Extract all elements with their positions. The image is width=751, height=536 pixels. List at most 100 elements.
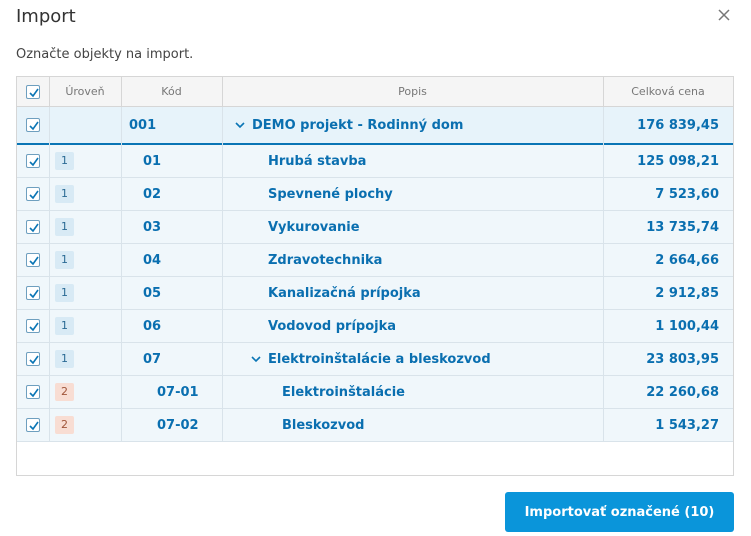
level-cell: 1 [55,145,115,177]
header-level[interactable]: Úroveň [49,77,121,107]
level-badge: 2 [55,416,74,434]
row-checkbox[interactable] [26,286,40,300]
row-checkbox[interactable] [26,418,40,432]
chevron-down-icon[interactable] [250,353,262,365]
code-cell: 04 [143,252,162,268]
check-icon [29,121,39,131]
price-cell: 1 543,27 [655,417,719,433]
row-select-cell [17,409,49,441]
import-table: Úroveň Kód Popis Celková cena 001 DEMO p… [16,76,734,476]
code-cell: 07 [143,351,162,367]
table-row[interactable]: 1 05 Kanalizačná prípojka 2 912,85 [17,277,733,310]
chevron-down-icon[interactable] [234,119,246,131]
row-checkbox[interactable] [26,118,40,132]
level-cell: 1 [55,211,115,243]
level-badge: 1 [55,251,74,269]
price-cell: 2 912,85 [655,285,719,301]
table-row[interactable]: 2 07-02 Bleskozvod 1 543,27 [17,409,733,442]
price-cell: 22 260,68 [646,384,719,400]
level-cell: 1 [55,310,115,342]
level-badge: 1 [55,218,74,236]
dialog-subtitle: Označte objekty na import. [16,47,194,62]
row-checkbox[interactable] [26,187,40,201]
check-icon [29,322,39,332]
price-cell: 176 839,45 [637,117,719,133]
row-select-cell [17,376,49,408]
table-row[interactable]: 1 03 Vykurovanie 13 735,74 [17,211,733,244]
row-select-cell [17,244,49,276]
level-badge: 1 [55,350,74,368]
row-checkbox[interactable] [26,385,40,399]
row-select-cell [17,310,49,342]
header-code[interactable]: Kód [121,77,222,107]
check-icon [29,421,39,431]
header-total-price[interactable]: Celková cena [603,77,733,107]
description-cell: Spevnené plochy [268,178,603,210]
select-all-cell [17,77,49,107]
dialog-title: Import [16,6,76,27]
table-row[interactable]: 2 07-01 Elektroinštalácie 22 260,68 [17,376,733,409]
table-row[interactable]: 1 01 Hrubá stavba 125 098,21 [17,145,733,178]
level-cell: 2 [55,409,115,441]
check-icon [29,388,39,398]
table-row[interactable]: 001 DEMO projekt - Rodinný dom 176 839,4… [17,107,733,145]
row-select-cell [17,145,49,177]
check-icon [29,355,39,365]
row-checkbox[interactable] [26,253,40,267]
level-cell: 1 [55,178,115,210]
row-checkbox[interactable] [26,352,40,366]
description-cell: Vodovod prípojka [268,310,603,342]
description-cell: Zdravotechnika [268,244,603,276]
check-icon [29,157,39,167]
description-text: Kanalizačná prípojka [268,285,421,301]
check-icon [29,256,39,266]
level-badge: 1 [55,152,74,170]
price-cell: 1 100,44 [655,318,719,334]
code-cell: 02 [143,186,162,202]
description-cell: DEMO projekt - Rodinný dom [234,107,603,143]
description-text: DEMO projekt - Rodinný dom [252,117,464,133]
import-dialog: Import Označte objekty na import. Úroveň… [0,0,751,536]
table-row[interactable]: 1 07 Elektroinštalácie a bleskozvod 23 8… [17,343,733,376]
header-description[interactable]: Popis [222,77,603,107]
table-row[interactable]: 1 02 Spevnené plochy 7 523,60 [17,178,733,211]
level-badge: 1 [55,317,74,335]
description-cell: Elektroinštalácie a bleskozvod [250,343,603,375]
description-cell: Kanalizačná prípojka [268,277,603,309]
level-cell: 1 [55,277,115,309]
description-cell: Elektroinštalácie [282,376,603,408]
description-text: Elektroinštalácie [282,384,405,400]
price-cell: 7 523,60 [655,186,719,202]
description-text: Bleskozvod [282,417,365,433]
description-text: Vodovod prípojka [268,318,397,334]
row-select-cell [17,343,49,375]
description-text: Spevnené plochy [268,186,393,202]
code-cell: 05 [143,285,162,301]
table-row[interactable]: 1 06 Vodovod prípojka 1 100,44 [17,310,733,343]
select-all-checkbox[interactable] [26,85,40,99]
code-cell: 06 [143,318,162,334]
row-checkbox[interactable] [26,220,40,234]
description-cell: Hrubá stavba [268,145,603,177]
check-icon [29,88,39,98]
code-cell: 07-02 [157,417,199,433]
price-cell: 2 664,66 [655,252,719,268]
level-cell [55,107,115,143]
import-selected-button[interactable]: Importovať označené (10) [505,492,734,532]
row-select-cell [17,107,49,143]
level-badge: 1 [55,284,74,302]
close-icon[interactable] [714,5,734,25]
code-cell: 07-01 [157,384,199,400]
row-checkbox[interactable] [26,319,40,333]
row-checkbox[interactable] [26,154,40,168]
table-row[interactable]: 1 04 Zdravotechnika 2 664,66 [17,244,733,277]
check-icon [29,289,39,299]
price-cell: 125 098,21 [637,153,719,169]
level-badge: 1 [55,185,74,203]
row-select-cell [17,178,49,210]
description-text: Hrubá stavba [268,153,367,169]
description-text: Elektroinštalácie a bleskozvod [268,351,491,367]
code-cell: 03 [143,219,162,235]
code-cell: 001 [129,117,157,133]
price-cell: 13 735,74 [646,219,719,235]
